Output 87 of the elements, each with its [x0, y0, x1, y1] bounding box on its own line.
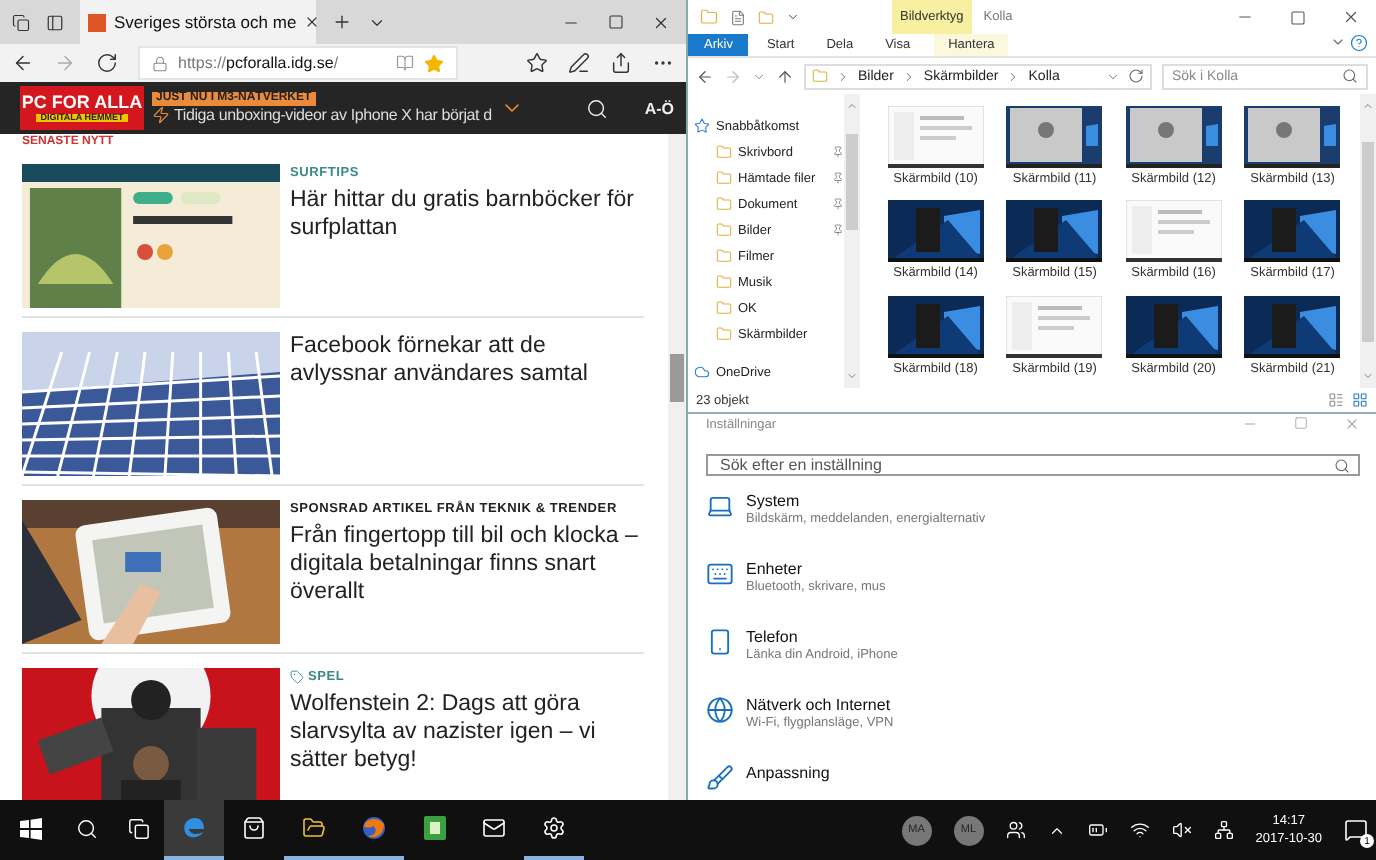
article-title[interactable]: Här hittar du gratis barnböcker för surfplattan	[290, 186, 644, 242]
chevron-right-icon	[901, 69, 916, 83]
lightning-icon	[152, 106, 170, 125]
folder-icon	[716, 300, 732, 316]
scrollbar-thumb[interactable]	[846, 133, 858, 229]
a-z-link[interactable]: A-Ö	[644, 99, 674, 117]
large-icons-view-icon[interactable]	[1352, 392, 1368, 408]
phone-icon	[706, 628, 734, 656]
address-field[interactable]: https://pcforalla.idg.se/	[138, 46, 458, 80]
lock-icon	[152, 55, 168, 71]
network-icon[interactable]	[1213, 820, 1234, 840]
pin-icon	[832, 224, 844, 236]
reading-view-icon[interactable]	[396, 54, 414, 72]
task-view-icon	[127, 817, 149, 839]
search-icon	[75, 817, 97, 839]
close-icon[interactable]	[652, 13, 670, 31]
cloud-icon	[694, 364, 710, 380]
refresh-icon[interactable]	[96, 52, 118, 74]
keyboard-icon	[706, 560, 734, 588]
article-title[interactable]: Wolfenstein 2: Dags att göra slarvsylta av nazister igen – vi sätter betyg!	[290, 690, 644, 774]
article-title[interactable]: Från fingertopp till bil och klocka – digitala betalningar finns snart överallt	[290, 522, 644, 606]
shopping-bag-icon[interactable]	[242, 816, 266, 840]
pin-icon	[832, 172, 844, 184]
mail-icon[interactable]	[482, 816, 506, 840]
folder-icon	[700, 8, 718, 26]
e-logo-icon[interactable]	[182, 816, 206, 840]
search-icon[interactable]	[586, 97, 609, 119]
settings-category[interactable]: Anpassning	[706, 764, 1360, 800]
article-title[interactable]: Facebook förnekar att de avlyssnar användares samtal	[290, 332, 644, 388]
folder-icon	[716, 196, 732, 212]
back-icon[interactable]	[12, 52, 34, 74]
share-icon[interactable]	[610, 52, 632, 74]
folder-icon	[812, 68, 828, 84]
close-icon[interactable]	[1342, 8, 1360, 26]
folder-icon	[716, 222, 732, 238]
chevron-down-icon[interactable]	[786, 10, 800, 24]
folder-icon	[716, 248, 732, 264]
people-icon[interactable]	[1005, 820, 1026, 840]
back-icon[interactable]	[696, 67, 714, 85]
scrollbar[interactable]	[844, 94, 860, 388]
tag-icon	[290, 670, 304, 684]
tabs-aside-icon[interactable]	[12, 13, 30, 31]
folder-icon	[716, 326, 732, 342]
site-favicon	[88, 13, 106, 31]
maximize-icon[interactable]	[1290, 9, 1306, 25]
chevron-down-icon[interactable]	[1330, 34, 1346, 50]
new-tab-icon[interactable]	[332, 12, 352, 32]
url-text: https://pcforalla.idg.se/	[178, 54, 341, 72]
notification-icon[interactable]	[1344, 818, 1368, 842]
pen-icon[interactable]	[568, 52, 590, 74]
pin-icon	[832, 198, 844, 210]
scrollbar[interactable]	[1360, 94, 1376, 388]
chevron-right-icon	[1006, 69, 1021, 83]
maximize-icon[interactable]	[608, 13, 624, 29]
scrollbar[interactable]	[668, 134, 686, 800]
favorite-star-icon[interactable]	[424, 53, 444, 73]
brush-icon	[706, 764, 734, 792]
volume-muted-icon[interactable]	[1171, 820, 1192, 840]
search-field[interactable]: Sök efter en inställning	[706, 454, 1360, 476]
search-icon	[1342, 68, 1358, 84]
folder-icon	[716, 144, 732, 160]
details-view-icon[interactable]	[1328, 392, 1344, 408]
app-icon[interactable]	[423, 816, 445, 840]
ticker-headline[interactable]: Tidiga unboxing-videor av Iphone X har börjat d	[174, 106, 492, 125]
help-icon[interactable]	[1350, 34, 1368, 52]
battery-icon[interactable]	[1087, 820, 1108, 840]
chevron-right-icon	[836, 69, 850, 83]
favorites-icon[interactable]	[526, 52, 548, 74]
up-icon[interactable]	[776, 67, 794, 85]
fox-globe-icon[interactable]	[362, 816, 386, 840]
browser-tab[interactable]: Sveriges största och me	[80, 0, 316, 44]
tab-preview-icon[interactable]	[46, 13, 64, 31]
refresh-icon[interactable]	[1128, 68, 1144, 84]
settings-icon[interactable]	[542, 816, 566, 840]
globe-icon	[706, 696, 734, 724]
folder-icon[interactable]	[302, 816, 326, 840]
scrollbar-thumb[interactable]	[670, 354, 684, 402]
laptop-icon	[706, 492, 734, 520]
close-icon[interactable]	[304, 14, 321, 30]
scrollbar-thumb[interactable]	[1362, 141, 1374, 341]
wifi-icon[interactable]	[1129, 820, 1150, 840]
folder-icon	[716, 170, 732, 186]
star-icon	[694, 118, 710, 134]
windows-logo-icon[interactable]	[19, 817, 41, 839]
folder-icon	[716, 274, 732, 290]
pin-icon	[832, 146, 844, 158]
search-icon	[1334, 457, 1350, 473]
